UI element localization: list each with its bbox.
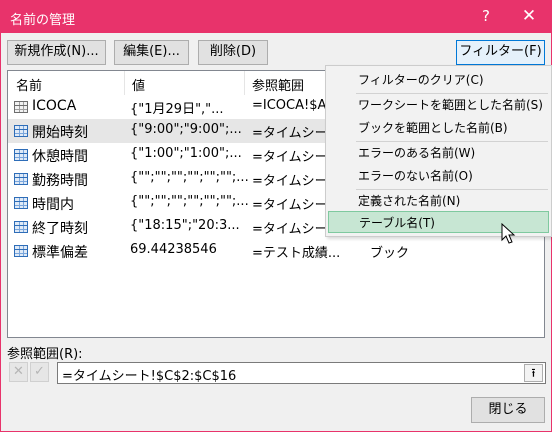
menu-item-workbook-scope[interactable]: ブックを範囲とした名前(B) — [328, 117, 549, 139]
column-divider[interactable] — [244, 71, 245, 95]
filter-menu: フィルターのクリア(C) ワークシートを範囲とした名前(S) ブックを範囲とした… — [325, 65, 552, 237]
name-manager-dialog: 名前の管理 ? ✕ 新規作成(N)... 編集(E)... 削除(D) フィルタ… — [0, 0, 552, 432]
row-name: 標準偏差 — [32, 245, 88, 261]
menu-item-without-errors[interactable]: エラーのない名前(O) — [328, 165, 549, 187]
dialog-title: 名前の管理 — [10, 13, 76, 28]
row-value: {"";"";"";"";"";"";... — [130, 170, 248, 185]
reference-value: =タイムシート!$C$2:$C$16 — [62, 369, 237, 384]
row-name: 時間内 — [32, 197, 74, 213]
menu-item-worksheet-scope[interactable]: ワークシートを範囲とした名前(S) — [328, 94, 549, 116]
range-icon — [14, 101, 28, 113]
row-scope: ブック — [370, 246, 410, 261]
table-icon — [14, 221, 28, 233]
close-icon[interactable]: ✕ — [514, 6, 544, 26]
row-name: 開始時刻 — [32, 125, 88, 141]
row-value: {"1:00";"1:00";... — [130, 146, 242, 161]
row-name: 休憩時間 — [32, 149, 88, 165]
table-icon — [14, 125, 28, 137]
new-button[interactable]: 新規作成(N)... — [7, 40, 106, 65]
row-reference: =テスト成績... — [252, 246, 341, 261]
row-value: 69.44238546 — [130, 242, 217, 257]
reference-field[interactable]: =タイムシート!$C$2:$C$16 ⭱ — [57, 362, 546, 384]
row-name: ICOCA — [32, 98, 77, 114]
delete-button[interactable]: 削除(D) — [198, 40, 268, 65]
table-icon — [14, 173, 28, 185]
table-icon — [14, 245, 28, 257]
row-value: {"9:00";"9:00";... — [130, 122, 242, 137]
edit-button[interactable]: 編集(E)... — [114, 40, 189, 65]
menu-item-with-errors[interactable]: エラーのある名前(W) — [328, 142, 549, 164]
column-header-value[interactable]: 値 — [132, 75, 145, 94]
table-row[interactable]: 標準偏差 69.44238546 =テスト成績... ブック — [8, 239, 544, 263]
confirm-icon[interactable]: ✓ — [30, 362, 49, 382]
row-name: 終了時刻 — [32, 221, 88, 237]
table-icon — [14, 149, 28, 161]
collapse-dialog-icon[interactable]: ⭱ — [524, 364, 543, 382]
table-icon — [14, 197, 28, 209]
help-icon[interactable]: ? — [471, 7, 501, 25]
mouse-cursor-icon — [501, 223, 516, 244]
menu-item-clear-filter[interactable]: フィルターのクリア(C) — [328, 69, 549, 91]
column-header-reference[interactable]: 参照範囲 — [252, 75, 304, 94]
row-value: {"18:15";"20:3... — [130, 218, 240, 233]
close-button[interactable]: 閉じる — [471, 397, 545, 423]
filter-button[interactable]: フィルター(F) ▾ — [456, 40, 545, 81]
reference-label: 参照範囲(R): — [7, 347, 83, 362]
row-value: {"";"";"";"";"";"";... — [130, 194, 248, 209]
row-value: {"1月29日","... — [130, 102, 224, 117]
menu-item-defined-names[interactable]: 定義された名前(N) — [328, 190, 549, 212]
column-header-name[interactable]: 名前 — [16, 75, 42, 94]
cancel-icon[interactable]: ✕ — [9, 362, 28, 382]
row-name: 勤務時間 — [32, 173, 88, 189]
title-bar[interactable]: 名前の管理 ? ✕ — [1, 1, 551, 33]
column-divider[interactable] — [124, 71, 125, 95]
